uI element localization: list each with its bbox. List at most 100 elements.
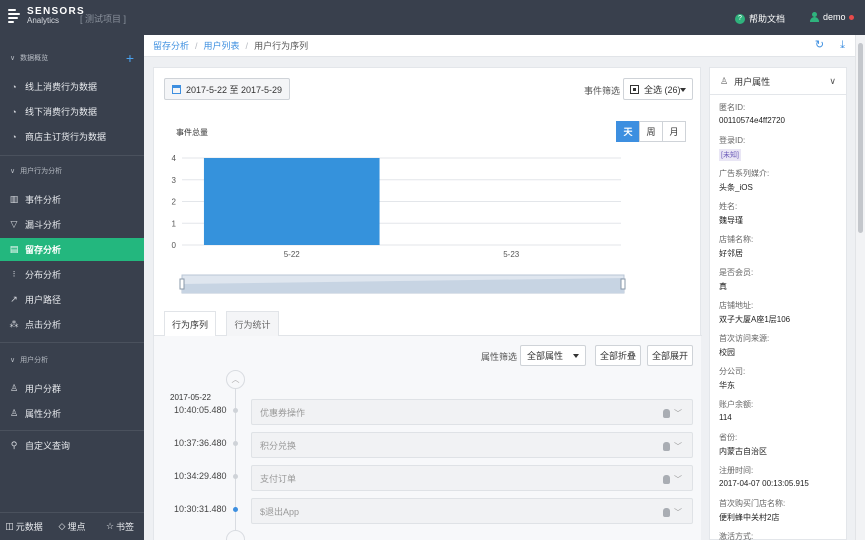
- property-value: 华东: [719, 381, 735, 390]
- event-row[interactable]: 支付订单 ﹀: [251, 465, 693, 491]
- y-tick-label: 4: [172, 154, 177, 163]
- event-row[interactable]: 优惠券操作 ﹀: [251, 399, 693, 425]
- help-label: 帮助文档: [749, 14, 786, 24]
- sidebar-footer: ◫ 元数据 ◇ 埋点 ☆ 书签: [0, 512, 144, 540]
- breadcrumb-retention[interactable]: 留存分析: [153, 39, 189, 52]
- user-properties-header[interactable]: ♙ 用户属性 ∨: [710, 68, 846, 95]
- property-label: 注册时间:: [719, 466, 754, 475]
- event-filter-select[interactable]: 全选 (26): [623, 78, 693, 100]
- property-value: 00110574e4ff2720: [719, 116, 785, 125]
- event-time: 10:30:31.480: [174, 504, 227, 514]
- property-label: 首次购买门店名称:: [719, 499, 786, 508]
- attribute-filter-select[interactable]: 全部属性: [520, 345, 586, 366]
- event-time: 10:34:29.480: [174, 471, 227, 481]
- user-property: 匿名ID: 00110574e4ff2720: [719, 102, 839, 125]
- sidebar-item-attribute-analysis[interactable]: ♙ 属性分析: [0, 402, 144, 425]
- section-header-behavior[interactable]: ∨ 用户行为分析: [10, 166, 62, 176]
- expand-all-button[interactable]: 全部展开: [647, 345, 693, 366]
- user-property: 分公司: 华东: [719, 366, 839, 391]
- property-value: 校园: [719, 348, 735, 357]
- sidebar-item-store-ordering[interactable]: ◔ 商店主订货行为数据: [0, 125, 144, 148]
- apple-icon: [663, 475, 670, 484]
- user-property: 注册时间: 2017-04-07 00:13:05.915: [719, 465, 839, 488]
- bookmarks-button[interactable]: ☆ 书签: [96, 513, 144, 540]
- event-row[interactable]: 积分兑换 ﹀: [251, 432, 693, 458]
- funnel-icon: ▽: [10, 219, 18, 229]
- metadata-button[interactable]: ◫ 元数据: [0, 513, 48, 540]
- property-label: 首次访问来源:: [719, 334, 770, 343]
- breadcrumb-user-list[interactable]: 用户列表: [204, 39, 240, 52]
- select-all-icon: [630, 84, 639, 94]
- sidebar: ∨ 数据概览 + ◔ 线上消费行为数据 ◔ 线下消费行为数据 ◔ 商店主订货行为…: [0, 35, 144, 540]
- chevron-down-icon: ∨: [829, 76, 836, 86]
- sidebar-item-funnel-analysis[interactable]: ▽ 漏斗分析: [0, 213, 144, 236]
- tab-behavior-stats[interactable]: 行为统计: [226, 311, 279, 336]
- project-tag[interactable]: [ 测试项目 ]: [80, 12, 126, 25]
- caret-down-icon: [573, 354, 579, 358]
- divider: [0, 342, 144, 343]
- sidebar-item-retention-analysis[interactable]: ▤ 留存分析: [0, 238, 144, 261]
- dashboard-icon: ◔: [11, 81, 17, 92]
- help-icon: ?: [735, 13, 745, 24]
- property-value: 真: [719, 282, 727, 291]
- add-dashboard-button[interactable]: +: [126, 51, 134, 65]
- period-week-button[interactable]: 周: [639, 121, 663, 142]
- bar-chart-icon: ▥: [9, 194, 19, 204]
- section-header-user[interactable]: ∨ 用户分析: [10, 355, 48, 365]
- breadcrumb: 留存分析 / 用户列表 / 用户行为序列 ↻ ⤓: [144, 35, 855, 57]
- click-icon: ⁂: [9, 319, 19, 329]
- property-value: 内蒙古自治区: [719, 447, 767, 456]
- user-property: 首次购买门店名称: 便利蜂中关村2店: [719, 498, 839, 523]
- metadata-icon: ◫: [5, 521, 14, 531]
- refresh-icon[interactable]: ↻: [815, 40, 824, 51]
- logo[interactable]: SENSORS Analytics: [8, 6, 85, 26]
- sidebar-item-custom-query[interactable]: ⚲ 自定义查询: [0, 434, 144, 457]
- property-label: 店铺地址:: [719, 301, 754, 310]
- retention-icon: ▤: [9, 244, 19, 254]
- property-label: 登录ID:: [719, 136, 746, 145]
- event-time: 10:37:36.480: [174, 438, 227, 448]
- property-label: 店铺名称:: [719, 235, 754, 244]
- section-header-overview[interactable]: ∨ 数据概览: [10, 53, 48, 63]
- user-property: 激活方式:: [719, 531, 839, 540]
- date-range-picker[interactable]: 2017-5-22 至 2017-5-29: [164, 78, 290, 100]
- sidebar-item-event-analysis[interactable]: ▥ 事件分析: [0, 188, 144, 211]
- property-label: 分公司:: [719, 367, 746, 376]
- help-link[interactable]: ? 帮助文档: [735, 12, 785, 25]
- user-icon: [810, 12, 819, 22]
- period-month-button[interactable]: 月: [662, 121, 686, 142]
- user-property: 账户余额: 114: [719, 399, 839, 422]
- tab-bar: 行为序列 行为统计: [154, 311, 702, 337]
- user-property: 是否会员: 真: [719, 267, 839, 292]
- sidebar-item-offline-consumption[interactable]: ◔ 线下消费行为数据: [0, 100, 144, 123]
- tracking-button[interactable]: ◇ 埋点: [48, 513, 96, 540]
- collapse-all-button[interactable]: 全部折叠: [595, 345, 641, 366]
- scrollbar-thumb[interactable]: [858, 43, 863, 233]
- sidebar-item-online-consumption[interactable]: ◔ 线上消费行为数据: [0, 75, 144, 98]
- user-label: demo: [823, 12, 846, 22]
- apple-icon: [663, 508, 670, 517]
- tracking-icon: ◇: [58, 521, 66, 531]
- chevron-down-icon: ﹀: [674, 442, 682, 451]
- user-property: 姓名: 魏导瑾: [719, 201, 839, 226]
- download-icon[interactable]: ⤓: [840, 40, 845, 51]
- timeline-load-later-button[interactable]: [226, 530, 245, 540]
- event-total-chart: 0 1 2 3 4 5-22 5-23: [172, 154, 626, 294]
- x-tick-label: 5-22: [284, 250, 301, 259]
- sidebar-item-user-path[interactable]: ↗ 用户路径: [0, 288, 144, 311]
- timeline-dot: [233, 441, 238, 446]
- timeline-load-earlier-button[interactable]: ︿: [226, 370, 245, 389]
- sidebar-item-distribution-analysis[interactable]: ⁝ 分布分析: [0, 263, 144, 286]
- event-row[interactable]: $退出App ﹀: [251, 498, 693, 524]
- timeline-dot: [233, 408, 238, 413]
- property-label: 匿名ID:: [719, 103, 746, 112]
- user-properties-panel: ♙ 用户属性 ∨ 匿名ID: 00110574e4ff2720 登录ID: [未知] 广…: [709, 67, 847, 540]
- user-menu[interactable]: demo: [810, 12, 854, 22]
- attribute-icon: ♙: [9, 408, 19, 418]
- tab-behavior-sequence[interactable]: 行为序列: [164, 311, 216, 337]
- period-day-button[interactable]: 天: [616, 121, 640, 142]
- property-value: 114: [719, 413, 732, 422]
- sidebar-item-user-groups[interactable]: ♙ 用户分群: [0, 377, 144, 400]
- sidebar-item-click-analysis[interactable]: ⁂ 点击分析: [0, 313, 144, 336]
- page-scrollbar[interactable]: [855, 35, 865, 540]
